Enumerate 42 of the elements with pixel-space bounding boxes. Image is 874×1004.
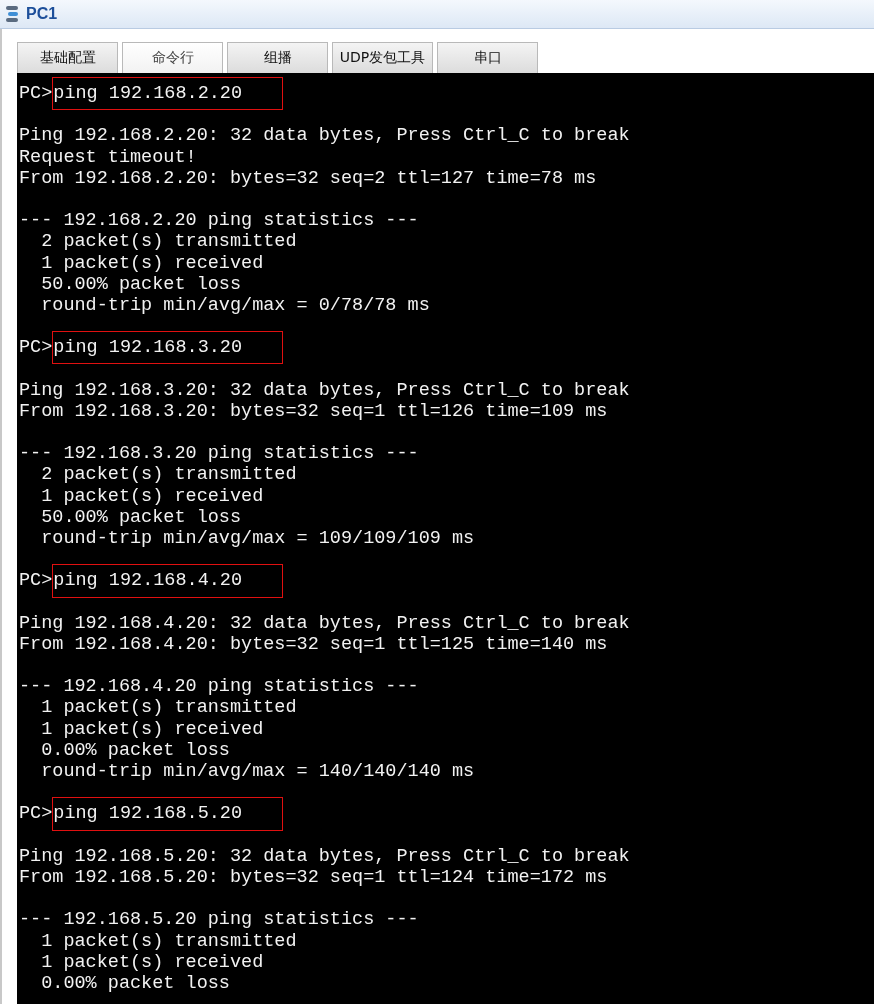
tab[interactable]: 串口 <box>437 42 538 73</box>
output-line: 50.00% packet loss <box>40 506 242 528</box>
output-line: Ping 192.168.3.20: 32 data bytes, Press Ctrl_C to break <box>19 379 630 401</box>
output-line: Request timeout! <box>19 146 197 168</box>
highlighted-command: ping 192.168.5.20 <box>52 797 284 831</box>
output-line: 1 packet(s) transmitted <box>40 930 297 952</box>
output-line: round-trip min/avg/max = 140/140/140 ms <box>40 761 475 782</box>
output-line: 1 packet(s) received <box>40 718 264 740</box>
prompt: PC> <box>19 83 53 104</box>
output-line: --- 192.168.2.20 ping statistics --- <box>19 210 419 232</box>
output-line: 1 packet(s) received <box>40 252 264 274</box>
output-line: 2 packet(s) transmitted <box>40 231 297 253</box>
output-line: Ping 192.168.2.20: 32 data bytes, Press Ctrl_C to break <box>19 125 630 147</box>
output-line: 2 packet(s) transmitted <box>40 464 297 486</box>
prompt: PC> <box>19 337 53 359</box>
output-line: 1 packet(s) transmitted <box>40 697 297 719</box>
prompt: PC> <box>19 570 53 592</box>
output-line: 1 packet(s) received <box>40 485 264 507</box>
highlighted-command: ping 192.168.3.20 <box>52 331 284 365</box>
output-line: --- 192.168.4.20 ping statistics --- <box>19 676 419 698</box>
output-line: --- 192.168.5.20 ping statistics --- <box>19 909 419 931</box>
highlighted-command: ping 192.168.2.20 <box>52 77 284 111</box>
output-line: round-trip min/avg/max = 109/109/109 ms <box>40 527 475 549</box>
output-line: 1 packet(s) received <box>40 951 264 973</box>
output-line: 50.00% packet loss <box>40 273 242 295</box>
output-line: Ping 192.168.5.20: 32 data bytes, Press Ctrl_C to break <box>19 845 630 867</box>
prompt: PC> <box>19 803 53 825</box>
output-line: From 192.168.5.20: bytes=32 seq=1 ttl=124 time=172 ms <box>19 866 608 888</box>
output-line: Ping 192.168.4.20: 32 data bytes, Press Ctrl_C to break <box>19 612 630 634</box>
output-line: From 192.168.2.20: bytes=32 seq=2 ttl=127 time=78 ms <box>19 167 597 189</box>
window-title: PC1 <box>26 5 58 23</box>
output-line: round-trip min/avg/max = 0/78/78 ms <box>40 294 430 316</box>
output-line: From 192.168.4.20: bytes=32 seq=1 ttl=125 time=140 ms <box>19 633 608 655</box>
tab[interactable]: 组播 <box>227 42 328 73</box>
tab[interactable]: 基础配置 <box>17 42 118 73</box>
output-line: 0.00% packet loss <box>40 739 230 761</box>
tab[interactable]: UDP发包工具 <box>332 42 433 73</box>
output-line: 0.00% packet loss <box>40 972 230 994</box>
output-line: --- 192.168.3.20 ping statistics --- <box>19 443 419 465</box>
output-line: From 192.168.3.20: bytes=32 seq=1 ttl=126 time=109 ms <box>19 400 608 422</box>
tab[interactable]: 命令行 <box>122 42 223 73</box>
highlighted-command: ping 192.168.4.20 <box>52 564 284 598</box>
